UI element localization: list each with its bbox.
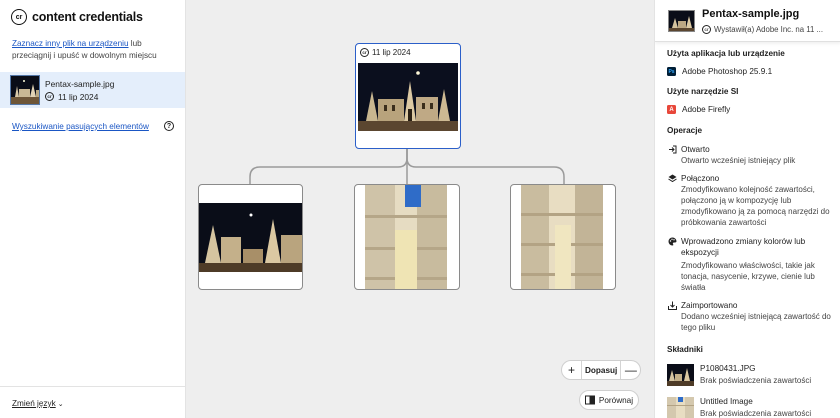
ai-tools-heading: Użyte narzędzie SI	[667, 87, 739, 96]
file-name: Pentax-sample.jpg	[45, 78, 115, 89]
photoshop-icon: Ps	[667, 67, 676, 76]
details-panel: Pentax-sample.jpg cr Wystawił(a) Adobe I…	[654, 0, 840, 418]
chevron-down-icon: ⌄	[57, 401, 64, 408]
issuer-text: Wystawił(a) Adobe Inc. na 11 ...	[714, 25, 823, 34]
operation-title: Otwarto	[681, 145, 710, 154]
ingredient-item[interactable]: P1080431.JPG Brak poświadczenia zawartoś…	[667, 364, 837, 388]
operation-desc: Otwarto wcześniej istniejący plik	[681, 156, 796, 165]
file-thumbnail	[10, 75, 40, 105]
ingredient-desc: Brak poświadczenia zawartości	[700, 409, 812, 418]
app-name: Adobe Photoshop 25.9.1	[682, 67, 773, 76]
ingredient-node-untitled-2[interactable]	[510, 184, 616, 290]
apps-heading: Użyta aplikacja lub urządzenie	[667, 49, 785, 58]
root-node-pentax[interactable]: cr 11 lip 2024	[355, 43, 461, 149]
compare-icon	[584, 395, 595, 405]
ai-tool-name: Adobe Firefly	[682, 105, 731, 114]
ingredient-thumbnail	[667, 364, 694, 386]
panel-thumbnail	[668, 10, 695, 32]
left-sidebar: cr content credentials Zaznacz inny plik…	[0, 0, 186, 418]
open-icon	[667, 144, 677, 154]
operation-title: Zaimportowano	[681, 301, 738, 310]
provenance-canvas[interactable]: cr 11 lip 2024 + Dopasuj — Porównaj	[186, 0, 654, 418]
import-icon	[667, 300, 677, 310]
operation-desc: Zmodyfikowano właściwości, takie jak ton…	[681, 261, 815, 292]
fit-button[interactable]: Dopasuj	[581, 361, 622, 379]
content-credentials-icon: cr	[702, 25, 711, 34]
search-matches-link[interactable]: Wyszukiwanie pasujących elementów	[12, 122, 149, 131]
ingredient-node-image	[199, 203, 302, 272]
ingredient-node-image	[521, 185, 603, 289]
operation-desc: Zmodyfikowano kolejność zawartości, połą…	[681, 185, 830, 227]
app-logo: cr content credentials	[11, 9, 143, 25]
select-file-link[interactable]: Zaznacz inny plik na urządzeniu	[12, 39, 129, 48]
panel-header: Pentax-sample.jpg cr Wystawił(a) Adobe I…	[655, 0, 840, 42]
file-date: 11 lip 2024	[58, 91, 99, 102]
ingredient-name: P1080431.JPG	[700, 364, 756, 373]
file-list-item[interactable]: Pentax-sample.jpg cr 11 lip 2024	[0, 72, 185, 108]
zoom-in-button[interactable]: +	[562, 361, 581, 379]
palette-icon	[667, 236, 677, 246]
operation-desc: Dodano wcześniej istniejącą zawartość do…	[681, 312, 831, 332]
language-bar: Zmień język ⌄	[0, 386, 185, 418]
compare-button[interactable]: Porównaj	[579, 390, 639, 410]
operation-item: Zaimportowano Dodano wcześniej istniejąc…	[667, 300, 837, 336]
ingredient-item[interactable]: Untitled Image Brak poświadczenia zawart…	[667, 397, 837, 418]
ingredients-heading: Składniki	[667, 345, 703, 354]
app-title: content credentials	[32, 10, 143, 24]
ingredient-node-image	[365, 185, 447, 289]
operations-heading: Operacje	[667, 126, 703, 135]
ingredient-desc: Brak poświadczenia zawartości	[700, 376, 812, 385]
operation-item: Otwarto Otwarto wcześniej istniejący pli…	[667, 144, 837, 166]
ingredient-thumbnail	[667, 397, 694, 418]
zoom-controls: + Dopasuj —	[561, 360, 642, 380]
upload-instructions: Zaznacz inny plik na urządzeniu lub prze…	[12, 38, 177, 62]
root-node-date: 11 lip 2024	[372, 47, 411, 57]
content-credentials-icon: cr	[360, 47, 369, 57]
ingredient-node-p1080431[interactable]	[198, 184, 303, 290]
operation-item: Połączono Zmodyfikowano kolejność zawart…	[667, 173, 837, 229]
firefly-icon: A	[667, 105, 676, 114]
language-label: Zmień język	[12, 399, 56, 408]
ingredient-name: Untitled Image	[700, 397, 753, 406]
change-language-button[interactable]: Zmień język ⌄	[12, 399, 64, 408]
ingredient-node-untitled-1[interactable]	[354, 184, 460, 290]
content-credentials-icon: cr	[45, 92, 54, 101]
root-node-image	[358, 63, 458, 131]
content-credentials-icon: cr	[11, 9, 27, 25]
help-icon[interactable]: ?	[164, 121, 174, 131]
layers-icon	[667, 173, 677, 183]
panel-title: Pentax-sample.jpg	[702, 8, 800, 20]
operation-title: Połączono	[681, 174, 720, 183]
zoom-out-button[interactable]: —	[621, 361, 640, 379]
compare-label: Porównaj	[598, 395, 634, 405]
operation-title: Wprowadzono zmiany kolorów lub ekspozycj…	[681, 237, 806, 257]
operation-item: Wprowadzono zmiany kolorów lub ekspozycj…	[667, 236, 837, 292]
